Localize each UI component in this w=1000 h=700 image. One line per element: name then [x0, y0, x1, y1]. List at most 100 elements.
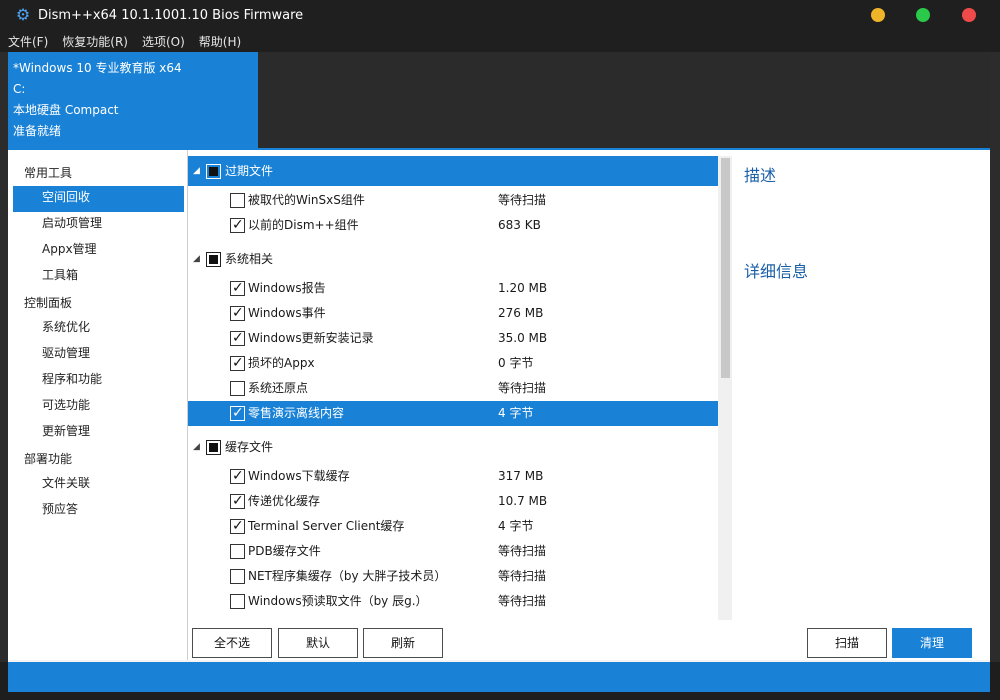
nav-item-drivers[interactable]: 驱动管理 — [13, 342, 184, 368]
partial-check-indicator — [209, 255, 218, 264]
nav-item-system-optimize[interactable]: 系统优化 — [13, 316, 184, 342]
item-checkbox[interactable]: ✓ — [230, 518, 245, 534]
minimize-button[interactable] — [871, 8, 885, 22]
title-bar: ⚙ Dism++x64 10.1.1001.10 Bios Firmware — [0, 0, 1000, 30]
tree-item[interactable]: ✓ Windows报告 1.20 MB — [188, 276, 718, 301]
nav-item-appx[interactable]: Appx管理 — [13, 238, 184, 264]
nav-item-startup[interactable]: 启动项管理 — [13, 212, 184, 238]
item-label: NET程序集缓存（by 大胖子技术员） — [248, 569, 447, 583]
nav-item-programs[interactable]: 程序和功能 — [13, 368, 184, 394]
scan-button[interactable]: 扫描 — [807, 628, 887, 658]
item-label: Windows报告 — [248, 281, 326, 295]
session-status: 准备就绪 — [13, 124, 62, 138]
category-checkbox[interactable] — [206, 252, 221, 267]
tree-item[interactable]: ✓ 传递优化缓存 10.7 MB — [188, 489, 718, 514]
item-label: PDB缓存文件 — [248, 544, 321, 558]
menu-file[interactable]: 文件(F) — [8, 33, 48, 50]
item-size: 4 字节 — [498, 519, 534, 533]
button-bar: 全不选 默认 刷新 扫描 清理 — [188, 620, 990, 660]
tree-item[interactable]: NET程序集缓存（by 大胖子技术员） 等待扫描 — [188, 564, 718, 589]
checkmark-icon: ✓ — [232, 217, 244, 233]
refresh-button[interactable]: 刷新 — [363, 628, 443, 658]
tree-item[interactable]: ✓ 零售演示离线内容 4 字节 — [188, 401, 718, 426]
item-checkbox[interactable]: ✓ — [230, 355, 245, 371]
scrollbar-thumb[interactable] — [721, 158, 730, 378]
maximize-button[interactable] — [916, 8, 930, 22]
category-label: 缓存文件 — [225, 440, 274, 454]
item-checkbox[interactable]: ✓ — [230, 405, 245, 421]
item-checkbox[interactable] — [230, 381, 245, 396]
category-checkbox[interactable] — [206, 440, 221, 455]
expand-triangle-icon[interactable]: ◢ — [193, 156, 200, 186]
tree-category[interactable]: ◢ 过期文件 — [188, 156, 718, 186]
expand-triangle-icon[interactable]: ◢ — [193, 432, 200, 462]
item-checkbox[interactable] — [230, 594, 245, 609]
item-size: 10.7 MB — [498, 494, 548, 508]
item-size: 683 KB — [498, 218, 541, 232]
nav-item-updates[interactable]: 更新管理 — [13, 420, 184, 446]
tree-item[interactable]: ✓ 损坏的Appx 0 字节 — [188, 351, 718, 376]
close-button[interactable] — [962, 8, 976, 22]
tree-item[interactable]: ✓ Windows下载缓存 317 MB — [188, 464, 718, 489]
session-drive: C: — [13, 82, 26, 96]
item-checkbox[interactable]: ✓ — [230, 217, 245, 233]
tree-item[interactable]: ✓ 以前的Dism++组件 683 KB — [188, 213, 718, 238]
nav-item-space-cleanup[interactable]: 空间回收 — [13, 186, 184, 212]
tree-item[interactable]: ✓ Windows更新安装记录 35.0 MB — [188, 326, 718, 351]
cleanup-tree: ◢ 过期文件 被取代的WinSxS组件 等待扫描 ✓ 以前的Dism++组件 683 KB ◢… — [188, 150, 733, 620]
item-checkbox[interactable]: ✓ — [230, 493, 245, 509]
item-checkbox[interactable]: ✓ — [230, 280, 245, 296]
description-heading: 描述 — [744, 166, 777, 185]
default-button[interactable]: 默认 — [278, 628, 358, 658]
nav-item-optional-features[interactable]: 可选功能 — [13, 394, 184, 420]
nav-group-common-tools: 常用工具 — [24, 166, 73, 180]
nav-item-answer-file[interactable]: 预应答 — [13, 498, 184, 524]
item-size: 等待扫描 — [498, 594, 547, 608]
menu-help[interactable]: 帮助(H) — [199, 33, 241, 50]
tree-category[interactable]: ◢ 缓存文件 — [188, 432, 718, 462]
menu-options[interactable]: 选项(O) — [142, 33, 185, 50]
window-title: Dism++x64 10.1.1001.10 Bios Firmware — [38, 7, 304, 23]
tree-scrollbar[interactable] — [718, 156, 732, 620]
tree-item[interactable]: ✓ Terminal Server Client缓存 4 字节 — [188, 514, 718, 539]
status-bar — [8, 662, 990, 692]
item-checkbox[interactable] — [230, 569, 245, 584]
tree-item[interactable]: PDB缓存文件 等待扫描 — [188, 539, 718, 564]
tree-item[interactable]: 被取代的WinSxS组件 等待扫描 — [188, 188, 718, 213]
tree-category[interactable]: ◢ 系统相关 — [188, 244, 718, 274]
nav-group-deploy: 部署功能 — [24, 452, 73, 466]
partial-check-indicator — [209, 443, 218, 452]
item-size: 等待扫描 — [498, 193, 547, 207]
category-checkbox[interactable] — [206, 164, 221, 179]
item-size: 等待扫描 — [498, 569, 547, 583]
item-label: Windows下载缓存 — [248, 469, 350, 483]
checkmark-icon: ✓ — [232, 405, 244, 421]
menu-restore[interactable]: 恢复功能(R) — [62, 33, 128, 50]
clean-button[interactable]: 清理 — [892, 628, 972, 658]
item-size: 1.20 MB — [498, 281, 548, 295]
tree-item[interactable]: 系统还原点 等待扫描 — [188, 376, 718, 401]
item-label: Windows更新安装记录 — [248, 331, 374, 345]
item-checkbox[interactable]: ✓ — [230, 305, 245, 321]
deselect-all-button[interactable]: 全不选 — [192, 628, 272, 658]
nav-group-control-panel: 控制面板 — [24, 296, 73, 310]
nav-item-toolbox[interactable]: 工具箱 — [13, 264, 184, 290]
sidebar: 常用工具 空间回收 启动项管理 Appx管理 工具箱 控制面板 系统优化 驱动管… — [8, 150, 188, 660]
item-checkbox[interactable]: ✓ — [230, 468, 245, 484]
item-checkbox[interactable]: ✓ — [230, 330, 245, 346]
background-left — [0, 52, 8, 662]
background-right — [990, 52, 1000, 662]
checkmark-icon: ✓ — [232, 280, 244, 296]
item-label: 损坏的Appx — [248, 356, 315, 370]
item-checkbox[interactable] — [230, 193, 245, 208]
tree-item[interactable]: Windows预读取文件（by 辰g.） 等待扫描 — [188, 589, 718, 614]
item-checkbox[interactable] — [230, 544, 245, 559]
nav-item-file-assoc[interactable]: 文件关联 — [13, 472, 184, 498]
session-card[interactable]: *Windows 10 专业教育版 x64 C: 本地硬盘 Compact 准备… — [8, 52, 258, 148]
checkmark-icon: ✓ — [232, 493, 244, 509]
details-heading: 详细信息 — [744, 262, 809, 281]
tree-item[interactable]: ✓ Windows事件 276 MB — [188, 301, 718, 326]
checkmark-icon: ✓ — [232, 330, 244, 346]
category-label: 系统相关 — [225, 252, 274, 266]
expand-triangle-icon[interactable]: ◢ — [193, 244, 200, 274]
